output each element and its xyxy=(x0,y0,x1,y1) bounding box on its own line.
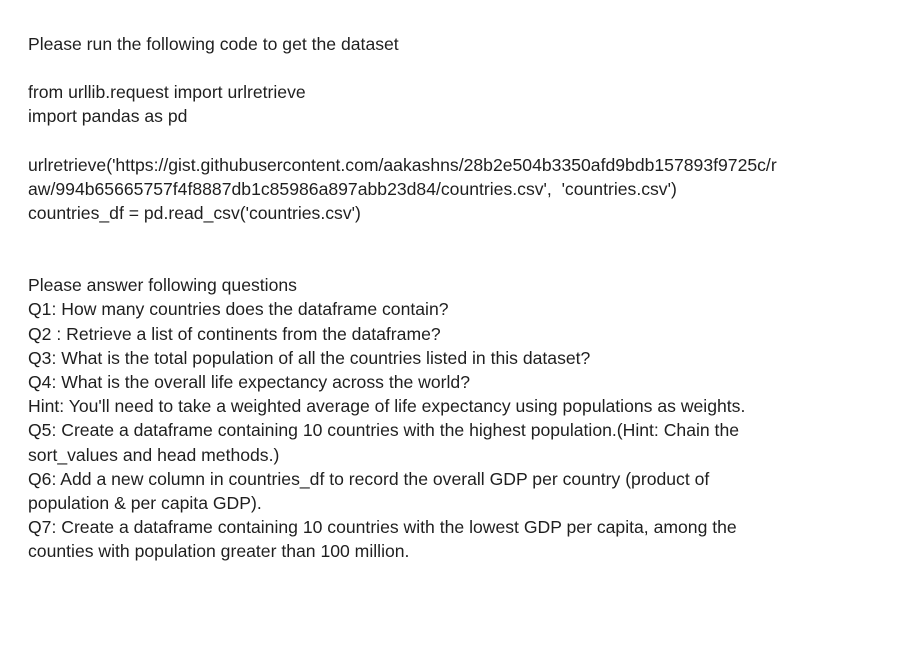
question-q7-line-2: counties with population greater than 10… xyxy=(28,541,410,562)
code-urlretrieve-line-2: aw/994b65665757f4f8887db1c85986a897abb23… xyxy=(28,178,677,199)
question-q1: Q1: How many countries does the datafram… xyxy=(28,299,449,320)
hint-q4: Hint: You'll need to take a weighted ave… xyxy=(28,396,746,417)
code-import-urlretrieve: from urllib.request import urlretrieve xyxy=(28,82,306,103)
question-q2: Q2 : Retrieve a list of continents from … xyxy=(28,323,441,344)
question-q6-line-1: Q6: Add a new column in countries_df to … xyxy=(28,468,710,489)
question-q6-line-2: population & per capita GDP). xyxy=(28,493,262,514)
question-q5-line-1: Q5: Create a dataframe containing 10 cou… xyxy=(28,420,740,441)
question-q4: Q4: What is the overall life expectancy … xyxy=(28,372,470,393)
code-read-csv: countries_df = pd.read_csv('countries.cs… xyxy=(28,203,361,224)
questions-header: Please answer following questions xyxy=(28,275,297,296)
question-q7-line-1: Q7: Create a dataframe containing 10 cou… xyxy=(28,517,737,538)
intro-text: Please run the following code to get the… xyxy=(28,34,399,54)
document-body: Please run the following code to get the… xyxy=(28,32,888,564)
code-urlretrieve-line-1: urlretrieve('https://gist.githubusercont… xyxy=(28,154,777,175)
code-import-pandas: import pandas as pd xyxy=(28,106,188,127)
question-q5-line-2: sort_values and head methods.) xyxy=(28,444,280,465)
question-q3: Q3: What is the total population of all … xyxy=(28,347,591,368)
